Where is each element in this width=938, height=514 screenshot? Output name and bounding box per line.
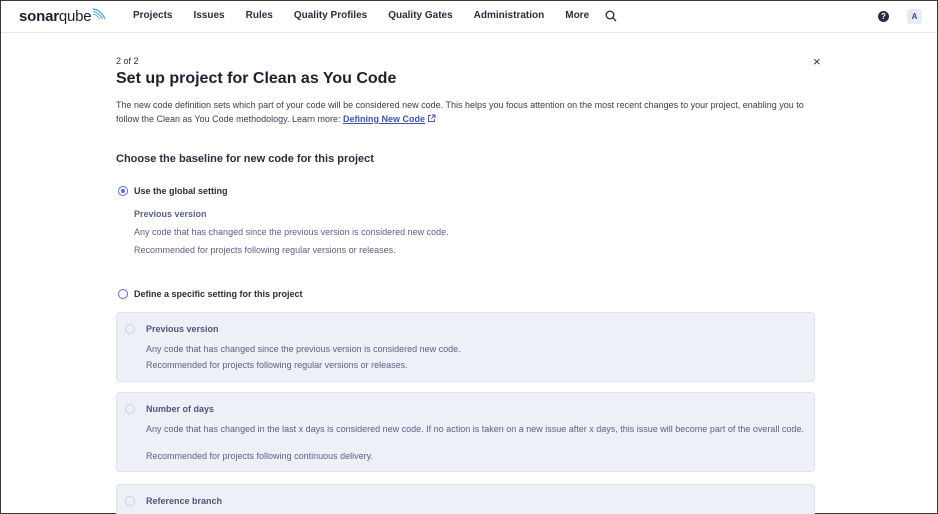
- search-icon[interactable]: [605, 10, 617, 22]
- option-card-title: Number of days: [146, 404, 215, 414]
- step-indicator: 2 of 2: [116, 56, 139, 66]
- option-card-previous-version[interactable]: Previous version Any code that has chang…: [116, 312, 815, 382]
- reference-branch-radio[interactable]: [125, 496, 135, 506]
- page-description: The new code definition sets which part …: [116, 99, 816, 126]
- description-text: The new code definition sets which part …: [116, 100, 804, 124]
- global-option-recommendation: Recommended for projects following regul…: [134, 245, 396, 255]
- nav-projects[interactable]: Projects: [133, 1, 172, 33]
- option-card-recommendation: Recommended for projects following conti…: [146, 451, 373, 461]
- specific-setting-label[interactable]: Define a specific setting for this proje…: [134, 289, 303, 299]
- option-card-description: Any code that has changed in the last x …: [146, 424, 804, 434]
- nav-issues[interactable]: Issues: [193, 1, 224, 33]
- global-setting-label[interactable]: Use the global setting: [134, 186, 228, 196]
- global-option-description: Any code that has changed since the prev…: [134, 227, 449, 237]
- global-setting-radio[interactable]: [118, 186, 128, 196]
- section-title: Choose the baseline for new code for thi…: [116, 153, 374, 165]
- top-navigation: sonar qube Projects Issues Rules Quality …: [1, 1, 937, 33]
- option-card-reference-branch[interactable]: Reference branch: [116, 484, 815, 514]
- logo-text-sub: qube: [58, 8, 92, 25]
- nav-quality-gates[interactable]: Quality Gates: [388, 1, 452, 33]
- nav-more[interactable]: More: [565, 1, 589, 33]
- page-title: Set up project for Clean as You Code: [116, 70, 397, 87]
- external-link-icon: [428, 114, 436, 122]
- close-icon[interactable]: ×: [813, 55, 821, 68]
- option-card-number-of-days[interactable]: Number of days Any code that has changed…: [116, 392, 815, 472]
- nav-administration[interactable]: Administration: [474, 1, 545, 33]
- option-card-title: Previous version: [146, 324, 219, 334]
- logo-waves-icon: [93, 8, 106, 20]
- specific-setting-radio[interactable]: [118, 289, 128, 299]
- nav-rules[interactable]: Rules: [246, 1, 273, 33]
- nav-quality-profiles[interactable]: Quality Profiles: [294, 1, 367, 33]
- option-card-recommendation: Recommended for projects following regul…: [146, 360, 408, 370]
- learn-more-link[interactable]: Defining New Code: [343, 114, 425, 124]
- previous-version-radio[interactable]: [125, 324, 135, 334]
- option-card-title: Reference branch: [146, 496, 223, 506]
- option-card-description: Any code that has changed since the prev…: [146, 344, 461, 354]
- main-nav: Projects Issues Rules Quality Profiles Q…: [133, 1, 610, 33]
- sonarqube-logo[interactable]: sonar qube: [19, 8, 106, 25]
- logo-text-main: sonar: [19, 8, 59, 25]
- global-option-title: Previous version: [134, 209, 207, 219]
- help-icon[interactable]: ?: [878, 11, 889, 22]
- avatar[interactable]: A: [907, 9, 922, 24]
- number-of-days-radio[interactable]: [125, 404, 135, 414]
